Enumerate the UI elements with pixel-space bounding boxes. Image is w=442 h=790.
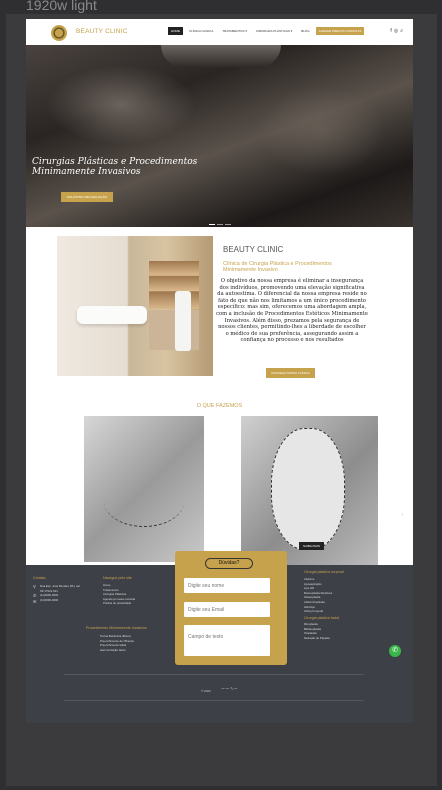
contact-form: Dúvidas? (175, 551, 287, 665)
social-links: f ◎ ⌕ (390, 28, 403, 34)
form-title: Dúvidas? (205, 558, 253, 569)
site-header: BEAUTY CLINIC HOME CLÍNICA CLINICA TRATA… (26, 19, 413, 45)
footer-link[interactable]: Política de privacidade (103, 601, 135, 606)
learn-more-button[interactable]: SAIBA MAIS (299, 542, 324, 550)
footer-body-list: Abdome Lipoaspiração Lipo HD Mamoplastia… (304, 577, 332, 614)
clinic-room-photo (57, 236, 213, 376)
contact-phone[interactable]: (11)0000-0000 (40, 598, 80, 603)
footer-contact-title: Contato (33, 576, 46, 580)
hero-title-line1: Cirurgias Plásticas e Procedimentos (32, 157, 198, 167)
footer-face-list: Rinoplastia Blefaroplastia Otoplastia Re… (304, 622, 330, 640)
about-text: O objetivo da nossa empresa é eliminar a… (216, 278, 368, 344)
surgical-lamp-image (161, 45, 281, 67)
website-page: BEAUTY CLINIC HOME CLÍNICA CLINICA TRATA… (26, 19, 413, 723)
nav-home[interactable]: HOME (168, 27, 183, 35)
footer-nav-title: Navegue pelo site (103, 576, 132, 580)
shelf-image (149, 261, 199, 309)
service-card-face[interactable]: SAIBA MAIS (241, 416, 378, 569)
footer-face-title: Cirurgia plástica facial (304, 616, 340, 620)
copyright-text: © 2023 (201, 689, 211, 693)
hero-cta-button[interactable]: SOLICITAR UMA AVALIAÇÃO (61, 192, 114, 202)
nav-clinica[interactable]: CLÍNICA CLINICA (186, 27, 216, 35)
about-subtitle: Clínica de Cirurgia Plástica e Procedime… (223, 261, 332, 274)
location-icon: ⚲ (33, 584, 36, 589)
name-field[interactable] (184, 578, 270, 593)
machine-image (175, 291, 191, 351)
nav-cirurgias[interactable]: CIRURGIAS PLÁSTICAS ▾ (253, 27, 295, 35)
main-nav: HOME CLÍNICA CLINICA TRATAMENTOS ▾ CIRUR… (168, 27, 365, 35)
facebook-icon[interactable]: f (390, 28, 391, 34)
message-field[interactable] (184, 625, 270, 656)
footer-link[interactable]: Redução de Papada (304, 636, 330, 641)
nav-blog[interactable]: BLOG (298, 27, 312, 35)
service-card-breast[interactable] (84, 416, 204, 562)
hero-title-line2: Minimamente Invasivos (32, 167, 141, 177)
logo-icon[interactable] (51, 25, 67, 41)
hero-title: Cirurgias Plásticas e Procedimentos Mini… (32, 157, 197, 177)
email-field[interactable] (184, 602, 270, 617)
frame-title: 1920w light (26, 0, 97, 13)
footer-link[interactable]: Lifting Corporal (304, 609, 332, 614)
about-section: BEAUTY CLINIC Clínica de Cirurgia Plásti… (26, 227, 413, 402)
nav-tratamentos[interactable]: TRATAMENTOS ▾ (219, 27, 250, 35)
contact-address[interactable]: Rua Exp. José Mendes (PH, sal. (40, 584, 80, 589)
services-title: O QUE FAZEMOS (196, 403, 243, 409)
carousel-dot[interactable] (217, 224, 223, 225)
footer-proc-title: Procedimento Minimamente Invasivos (86, 626, 147, 630)
brand-name[interactable]: BEAUTY CLINIC (76, 28, 128, 35)
whatsapp-small-icon: ✆ (33, 593, 37, 598)
carousel-dot[interactable] (225, 224, 231, 225)
hero-banner: Cirurgias Plásticas e Procedimentos Mini… (26, 45, 413, 227)
whatsapp-icon[interactable]: ✆ (389, 645, 401, 657)
about-clinic-button[interactable]: CONHEÇA NOSSA CLÍNICA (266, 368, 315, 378)
carousel-next-icon[interactable]: › (401, 512, 403, 518)
footer-proc-list: Toxina Botulínica (Botox) Preenchimento … (100, 634, 134, 652)
carousel-dot[interactable] (209, 224, 215, 225)
cabinet-image (149, 310, 199, 350)
carousel-dots (209, 224, 231, 225)
footer-body-title: Cirurgia plástica corporal (304, 570, 344, 574)
instagram-icon[interactable]: ◎ (394, 28, 398, 34)
signature-logo: ~~∿~ (221, 686, 238, 692)
email-icon: ✉ (33, 599, 37, 604)
footer-divider (64, 674, 364, 675)
treatment-chair-image (77, 306, 147, 324)
footer-nav-list: Home Tratamentos Cirurgias Plásticas Age… (103, 583, 135, 606)
services-section: O QUE FAZEMOS SAIBA MAIS › (26, 402, 413, 569)
schedule-button[interactable]: AGENDE PREÇOS CONSULTA (315, 27, 365, 35)
footer-link[interactable]: Toxina Botulínica (Botox) (100, 634, 134, 639)
about-brand: BEAUTY CLINIC (223, 245, 284, 254)
footer-link[interactable]: Harmonização facial (100, 648, 134, 653)
search-icon[interactable]: ⌕ (400, 28, 403, 34)
contact-list: Rua Exp. José Mendes (PH, sal. SP 17021-… (40, 584, 80, 602)
site-footer: Contato ⚲ Rua Exp. José Mendes (PH, sal.… (26, 551, 413, 723)
footer-divider (64, 700, 364, 701)
